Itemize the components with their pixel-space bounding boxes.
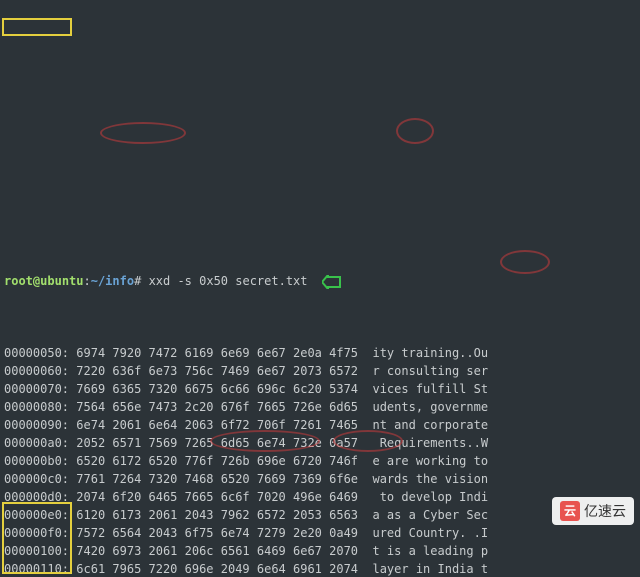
hexdump-row: 00000070: 7669 6365 7320 6675 6c66 696c …	[4, 380, 636, 398]
prompt-hash: #	[134, 274, 141, 288]
hexdump-row: 00000050: 6974 7920 7472 6169 6e69 6e67 …	[4, 344, 636, 362]
terminal[interactable]: root@ubuntu:~/info# xxd -s 0x50 secret.t…	[0, 0, 640, 577]
prompt-user: root@ubuntu	[4, 274, 84, 288]
offset-col: 00000060:	[4, 364, 69, 378]
ascii-col: Requirements..W	[372, 436, 488, 450]
offset-col: 00000050:	[4, 346, 69, 360]
hex-col: 6120 6173 2061 2043 7962 6572 2053 6563	[76, 508, 365, 522]
hex-col: 2074 6f20 6465 7665 6c6f 7020 496e 6469	[76, 490, 365, 504]
hexdump-row: 000000e0: 6120 6173 2061 2043 7962 6572 …	[4, 506, 636, 524]
ascii-col: vices fulfill St	[372, 382, 488, 396]
hex-col: 6c61 7965 7220 696e 2049 6e64 6961 2074	[76, 562, 365, 576]
ascii-col: t is a leading p	[372, 544, 488, 558]
hexdump-row: 00000080: 7564 656e 7473 2c20 676f 7665 …	[4, 398, 636, 416]
ascii-col: a as a Cyber Sec	[372, 508, 488, 522]
prompt-path: ~/info	[91, 274, 134, 288]
hex-col: 7761 7264 7320 7468 6520 7669 7369 6f6e	[76, 472, 365, 486]
anno-oval-1	[100, 122, 186, 144]
offset-col: 00000100:	[4, 544, 69, 558]
hexdump-row: 00000090: 6e74 2061 6e64 2063 6f72 706f …	[4, 416, 636, 434]
offset-col: 00000070:	[4, 382, 69, 396]
hex-col: 7220 636f 6e73 756c 7469 6e67 2073 6572	[76, 364, 365, 378]
offset-col: 00000090:	[4, 418, 69, 432]
ascii-col: to develop Indi	[372, 490, 488, 504]
ascii-col: ity training..Ou	[372, 346, 488, 360]
hex-col: 7420 6973 2061 206c 6561 6469 6e67 2070	[76, 544, 365, 558]
arrow-left-icon	[322, 275, 342, 289]
offset-col: 00000080:	[4, 400, 69, 414]
offset-col: 000000e0:	[4, 508, 69, 522]
hex-col: 7669 6365 7320 6675 6c66 696c 6c20 5374	[76, 382, 365, 396]
hex-col: 7564 656e 7473 2c20 676f 7665 726e 6d65	[76, 400, 365, 414]
hexdump-row: 000000f0: 7572 6564 2043 6f75 6e74 7279 …	[4, 524, 636, 542]
offset-col: 00000110:	[4, 562, 69, 576]
hexdump-row: 000000d0: 2074 6f20 6465 7665 6c6f 7020 …	[4, 488, 636, 506]
prompt-line-1: root@ubuntu:~/info# xxd -s 0x50 secret.t…	[4, 272, 636, 290]
ascii-col: wards the vision	[372, 472, 488, 486]
ascii-col: e are working to	[372, 454, 488, 468]
offset-col: 000000d0:	[4, 490, 69, 504]
hexdump-row: 00000100: 7420 6973 2061 206c 6561 6469 …	[4, 542, 636, 560]
offset-col: 000000c0:	[4, 472, 69, 486]
anno-oval-2	[396, 118, 434, 144]
hex-col: 6e74 2061 6e64 2063 6f72 706f 7261 7465	[76, 418, 365, 432]
ascii-col: nt and corporate	[372, 418, 488, 432]
hexdump-row: 00000110: 6c61 7965 7220 696e 2049 6e64 …	[4, 560, 636, 577]
ascii-col: r consulting ser	[372, 364, 488, 378]
prompt-sep: :	[84, 274, 91, 288]
hex-col: 2052 6571 7569 7265 6d65 6e74 732e 0a57	[76, 436, 365, 450]
ascii-col: ured Country. .I	[372, 526, 488, 540]
command-1: xxd -s 0x50 secret.txt	[149, 274, 308, 288]
offset-col: 000000a0:	[4, 436, 69, 450]
ascii-col: udents, governme	[372, 400, 488, 414]
offset-col: 000000f0:	[4, 526, 69, 540]
hex-col: 6974 7920 7472 6169 6e69 6e67 2e0a 4f75	[76, 346, 365, 360]
hexdump-row: 000000b0: 6520 6172 6520 776f 726b 696e …	[4, 452, 636, 470]
hexdump-row: 000000c0: 7761 7264 7320 7468 6520 7669 …	[4, 470, 636, 488]
offset-col: 000000b0:	[4, 454, 69, 468]
hexdump-row: 00000060: 7220 636f 6e73 756c 7469 6e67 …	[4, 362, 636, 380]
hex-col: 7572 6564 2043 6f75 6e74 7279 2e20 0a49	[76, 526, 365, 540]
hexdump-row: 000000a0: 2052 6571 7569 7265 6d65 6e74 …	[4, 434, 636, 452]
highlight-box-1	[2, 18, 72, 36]
hex-col: 6520 6172 6520 776f 726b 696e 6720 746f	[76, 454, 365, 468]
anno-oval-3	[500, 250, 550, 274]
hexdump-1: 00000050: 6974 7920 7472 6169 6e69 6e67 …	[4, 344, 636, 577]
ascii-col: layer in India t	[372, 562, 488, 576]
